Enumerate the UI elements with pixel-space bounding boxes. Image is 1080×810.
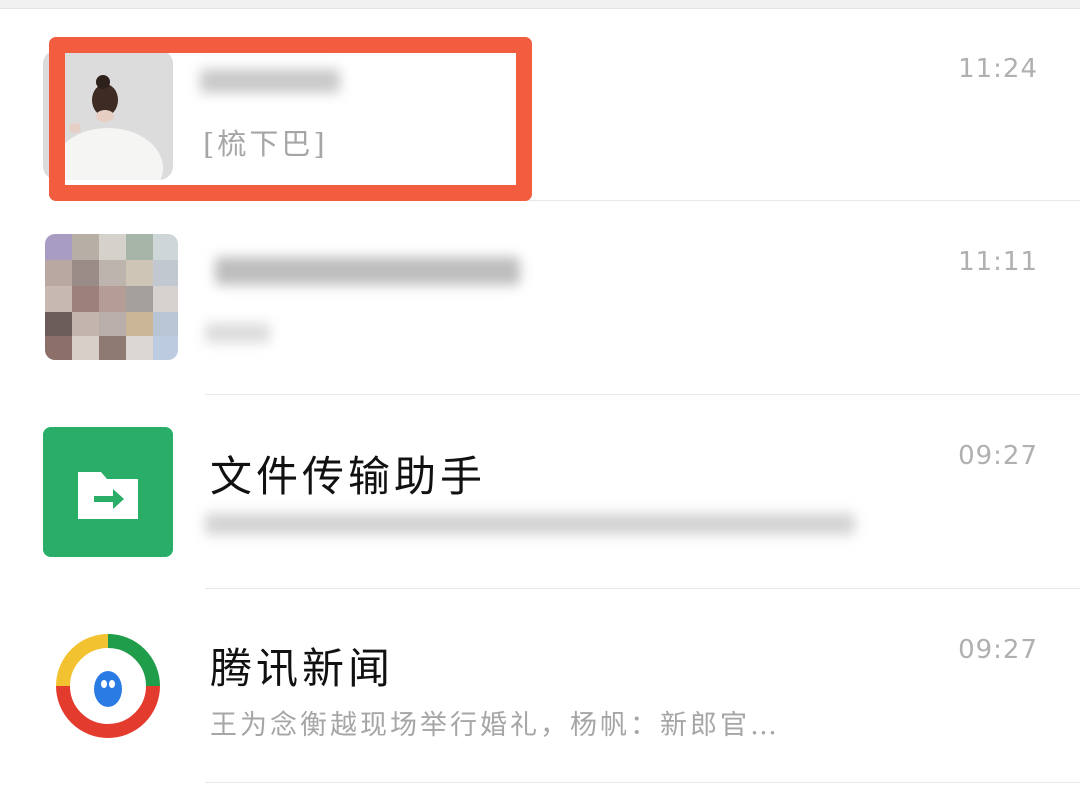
chat-name: 文件传输助手 xyxy=(210,452,487,501)
tencent-news-logo xyxy=(43,621,173,751)
chat-time: 11:24 xyxy=(958,54,1038,84)
file-transfer-icon xyxy=(43,427,173,557)
group-avatar-grid xyxy=(45,234,178,360)
chat-item-3[interactable]: 文件传输助手 09:27 xyxy=(0,395,1080,589)
chat-time: 09:27 xyxy=(958,441,1038,471)
group-name-redacted xyxy=(215,257,520,285)
chat-item-2[interactable]: 11:11 xyxy=(0,201,1080,395)
file-preview-redacted xyxy=(205,513,855,535)
highlight-box xyxy=(49,37,532,201)
chat-time: 09:27 xyxy=(958,635,1038,665)
group-preview-redacted xyxy=(205,323,270,343)
top-bar xyxy=(0,0,1080,9)
chat-preview: 王为念衡越现场举行婚礼，杨帆：新郎官… xyxy=(210,710,780,741)
chat-time: 11:11 xyxy=(958,247,1038,277)
chat-name: 腾讯新闻 xyxy=(210,644,395,693)
chat-item-4[interactable]: 腾讯新闻 王为念衡越现场举行婚礼，杨帆：新郎官… 09:27 xyxy=(0,589,1080,783)
divider xyxy=(205,782,1080,783)
